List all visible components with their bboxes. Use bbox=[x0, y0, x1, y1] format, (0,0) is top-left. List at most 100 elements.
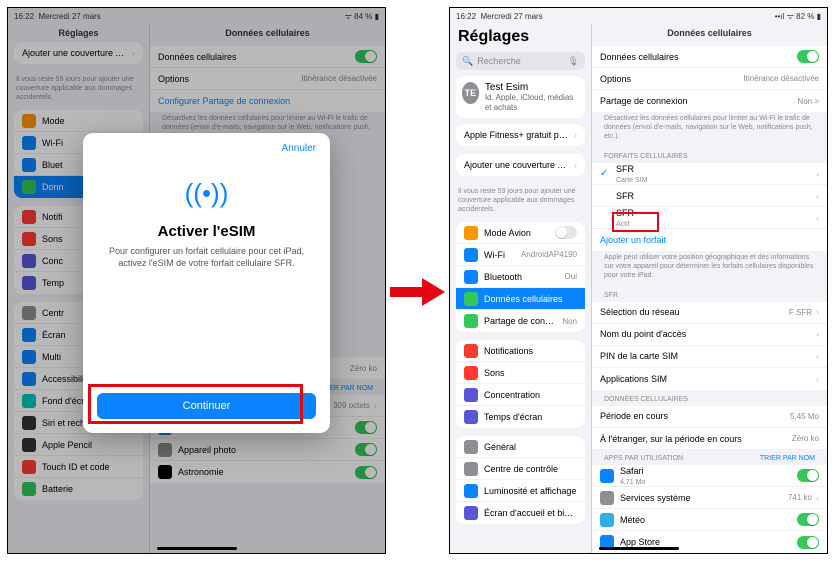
apps-header: APPS PAR UTILISATIONTRIER PAR NOM bbox=[592, 449, 827, 465]
sidebar-item-focus[interactable]: Concentration bbox=[456, 384, 585, 406]
antenna-icon: ((•)) bbox=[185, 178, 229, 209]
magnifier-icon: 🔍 bbox=[462, 56, 473, 67]
status-date: Mercredi 27 mars bbox=[480, 12, 542, 21]
sidebar-title: Réglages bbox=[450, 24, 591, 52]
sidebar-item-cellular[interactable]: Données cellulaires bbox=[456, 288, 585, 310]
row-plan-sfr-3[interactable]: SFRActif› bbox=[592, 207, 827, 229]
row-app-services[interactable]: Services système741 ko› bbox=[592, 487, 827, 509]
account-row[interactable]: TE Test Esim Id. Apple, iCloud, médias e… bbox=[456, 76, 585, 118]
sidebar-item-airplane[interactable]: Mode Avion bbox=[456, 222, 585, 244]
row-add-plan[interactable]: Ajouter un forfait bbox=[592, 229, 827, 251]
brightness-icon bbox=[464, 484, 478, 498]
battery-icon: ▮ bbox=[817, 12, 821, 21]
sidebar-item-screentime[interactable]: Temps d'écran bbox=[456, 406, 585, 428]
chevron-right-icon: › bbox=[816, 374, 819, 384]
sidebar-item-bluetooth[interactable]: BluetoothOui bbox=[456, 266, 585, 288]
left-device-frame: 16:22 Mercredi 27 mars ᯤ 84 % ▮ Réglages… bbox=[7, 7, 386, 554]
sidebar-item-notifications[interactable]: Notifications bbox=[456, 340, 585, 362]
mic-icon: 🎙 bbox=[568, 56, 579, 67]
settings-sidebar: Réglages 🔍Recherche🎙 TE Test Esim Id. Ap… bbox=[450, 24, 592, 553]
red-arrow-icon bbox=[390, 278, 445, 306]
gear-icon bbox=[600, 491, 614, 505]
sidebar-item-control-center[interactable]: Centre de contrôle bbox=[456, 458, 585, 480]
chevron-right-icon: › bbox=[816, 213, 819, 223]
signal-icon: ••ıl bbox=[775, 12, 785, 21]
wifi-icon: ᯤ bbox=[787, 12, 794, 21]
search-input[interactable]: 🔍Recherche🎙 bbox=[456, 52, 585, 70]
row-app-safari[interactable]: Safari4,71 Mo bbox=[592, 465, 827, 487]
home-indicator[interactable] bbox=[599, 547, 679, 550]
right-device-frame: 16:22 Mercredi 27 mars ••ıl ᯤ 82 % ▮ Rég… bbox=[449, 7, 828, 554]
safari-icon bbox=[600, 469, 614, 483]
cellular-note: Désactivez les données cellulaires pour … bbox=[592, 112, 827, 147]
hourglass-icon bbox=[464, 410, 478, 424]
sidebar-item-display[interactable]: Luminosité et affichage bbox=[456, 480, 585, 502]
wifi-icon bbox=[464, 248, 478, 262]
grid-icon bbox=[464, 506, 478, 520]
row-apn[interactable]: Nom du point d'accès› bbox=[592, 324, 827, 346]
toggles-icon bbox=[464, 462, 478, 476]
chevron-right-icon: › bbox=[574, 130, 577, 140]
row-network-selection[interactable]: Sélection du réseauF SFR› bbox=[592, 302, 827, 324]
bell-icon bbox=[464, 344, 478, 358]
battery-level: 82 % bbox=[796, 12, 814, 21]
moon-icon bbox=[464, 388, 478, 402]
weather-icon bbox=[600, 513, 614, 527]
toggle[interactable] bbox=[797, 513, 819, 526]
row-sim-pin[interactable]: PIN de la carte SIM› bbox=[592, 346, 827, 368]
chevron-right-icon: › bbox=[816, 169, 819, 179]
usage-header: DONNÉES CELLULAIRES bbox=[592, 390, 827, 406]
row-sim-apps[interactable]: Applications SIM› bbox=[592, 368, 827, 390]
gear-icon bbox=[464, 440, 478, 454]
sort-link[interactable]: TRIER PAR NOM bbox=[760, 455, 815, 462]
cellular-toggle[interactable] bbox=[797, 50, 819, 63]
sidebar-item-sounds[interactable]: Sons bbox=[456, 362, 585, 384]
account-detail: Id. Apple, iCloud, médias et achats bbox=[485, 93, 579, 112]
chevron-right-icon: › bbox=[816, 329, 819, 339]
bluetooth-icon bbox=[464, 270, 478, 284]
home-indicator[interactable] bbox=[157, 547, 237, 550]
account-name: Test Esim bbox=[485, 82, 579, 93]
fitness-promo[interactable]: Apple Fitness+ gratuit pendant 3 mois› bbox=[456, 124, 585, 146]
toggle[interactable] bbox=[797, 536, 819, 549]
row-options[interactable]: OptionsItinérance désactivée bbox=[592, 68, 827, 90]
row-app-weather[interactable]: Météo bbox=[592, 509, 827, 531]
continue-button[interactable]: Continuer bbox=[97, 393, 316, 419]
chevron-right-icon: › bbox=[816, 493, 819, 503]
sidebar-item-homescreen[interactable]: Écran d'accueil et bibliothèque d'apps bbox=[456, 502, 585, 524]
modal-text: Pour configurer un forfait cellulaire po… bbox=[97, 246, 316, 269]
row-usage-period[interactable]: Période en cours5,45 Mo bbox=[592, 406, 827, 428]
row-plan-sfr-2[interactable]: SFR› bbox=[592, 185, 827, 207]
esim-activation-modal: Annuler ((•)) Activer l'eSIM Pour config… bbox=[83, 133, 330, 433]
applecare-note: Il vous reste 59 jours pour ajouter une … bbox=[450, 184, 591, 222]
pane-title: Données cellulaires bbox=[592, 24, 827, 42]
plans-header: FORFAITS CELLULAIRES bbox=[592, 147, 827, 163]
airplane-icon bbox=[464, 226, 478, 240]
chevron-right-icon: › bbox=[816, 307, 819, 317]
status-time: 16:22 bbox=[456, 12, 476, 21]
chevron-right-icon: › bbox=[816, 351, 819, 361]
antenna-icon bbox=[464, 292, 478, 306]
cellular-settings-pane: Données cellulaires Données cellulaires … bbox=[592, 24, 827, 553]
modal-title: Activer l'eSIM bbox=[158, 223, 256, 240]
status-bar: 16:22 Mercredi 27 mars ••ıl ᯤ 82 % ▮ bbox=[450, 8, 827, 24]
chevron-right-icon: › bbox=[816, 191, 819, 201]
sidebar-item-general[interactable]: Général bbox=[456, 436, 585, 458]
speaker-icon bbox=[464, 366, 478, 380]
airplane-toggle[interactable] bbox=[555, 226, 577, 239]
row-plan-sfr-1[interactable]: ✓SFRCarte SIM› bbox=[592, 163, 827, 185]
cancel-button[interactable]: Annuler bbox=[282, 143, 316, 154]
row-hotspot[interactable]: Partage de connexionNon > bbox=[592, 90, 827, 112]
row-usage-abroad[interactable]: À l'étranger, sur la période en coursZér… bbox=[592, 428, 827, 450]
toggle[interactable] bbox=[797, 469, 819, 482]
sidebar-item-wifi[interactable]: Wi-FiAndroidAP4190 bbox=[456, 244, 585, 266]
sidebar-item-hotspot[interactable]: Partage de connexionNon bbox=[456, 310, 585, 332]
geo-note: Apple peut utiliser votre position géogr… bbox=[592, 251, 827, 286]
avatar: TE bbox=[462, 82, 479, 104]
chevron-right-icon: › bbox=[574, 160, 577, 170]
applecare-group[interactable]: Ajouter une couverture AppleCare+› bbox=[456, 154, 585, 176]
check-icon: ✓ bbox=[600, 168, 612, 179]
hotspot-icon bbox=[464, 314, 478, 328]
row-cellular-data[interactable]: Données cellulaires bbox=[592, 46, 827, 68]
carrier-header: SFR bbox=[592, 286, 827, 302]
